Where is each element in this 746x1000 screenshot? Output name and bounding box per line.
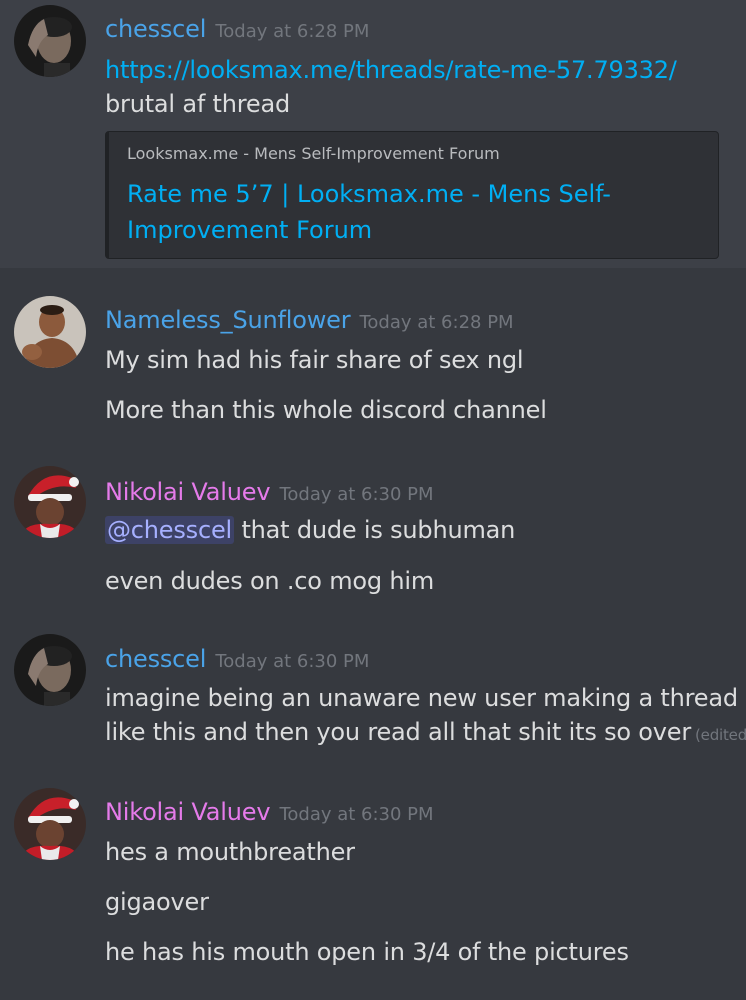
chat-message-list: chesscel Today at 6:28 PM https://looksm… (0, 0, 746, 1000)
message-text: More than this whole discord channel (105, 396, 547, 424)
username[interactable]: chesscel (105, 645, 206, 673)
message-header: Nikolai Valuev Today at 6:30 PM (105, 798, 434, 826)
message-text: brutal af thread (105, 90, 290, 118)
embed-title-link[interactable]: Rate me 5’7 | Looksmax.me - Mens Self-Im… (127, 176, 687, 248)
embed-provider[interactable]: Looksmax.me - Mens Self-Improvement Foru… (127, 144, 500, 163)
timestamp: Today at 6:28 PM (359, 312, 514, 333)
avatar[interactable] (14, 296, 86, 368)
message-header: chesscel Today at 6:28 PM (105, 15, 369, 43)
message-text: he has his mouth open in 3/4 of the pict… (105, 938, 629, 966)
message-item[interactable]: Nikolai Valuev Today at 6:30 PM hes a mo… (0, 780, 746, 1000)
message-item[interactable]: Nameless_Sunflower Today at 6:28 PM My s… (0, 268, 746, 450)
message-link[interactable]: https://looksmax.me/threads/rate-me-57.7… (105, 56, 677, 84)
user-mention[interactable]: @chesscel (105, 516, 235, 544)
message-item[interactable]: chesscel Today at 6:28 PM https://looksm… (0, 0, 746, 268)
message-text-part: like this and then you read all that shi… (105, 718, 692, 746)
username[interactable]: Nameless_Sunflower (105, 306, 351, 334)
timestamp: Today at 6:28 PM (215, 21, 370, 42)
timestamp: Today at 6:30 PM (279, 804, 434, 825)
user-avatar-icon (14, 296, 86, 368)
message-text: even dudes on .co mog him (105, 567, 434, 595)
edited-tag: (edited) (695, 726, 746, 744)
message-text: @chesscel that dude is subhuman (105, 516, 515, 544)
message-text: like this and then you read all that shi… (105, 718, 746, 746)
avatar[interactable] (14, 788, 86, 860)
timestamp: Today at 6:30 PM (215, 651, 370, 672)
avatar[interactable] (14, 634, 86, 706)
santa-avatar-icon (14, 466, 86, 538)
link-embed: Looksmax.me - Mens Self-Improvement Foru… (105, 131, 719, 259)
santa-avatar-icon (14, 788, 86, 860)
message-header: Nameless_Sunflower Today at 6:28 PM (105, 306, 514, 334)
username[interactable]: Nikolai Valuev (105, 478, 271, 506)
message-header: chesscel Today at 6:30 PM (105, 645, 369, 673)
message-text: hes a mouthbreather (105, 838, 355, 866)
timestamp: Today at 6:30 PM (279, 484, 434, 505)
user-avatar-icon (14, 634, 86, 706)
avatar[interactable] (14, 5, 86, 77)
avatar[interactable] (14, 466, 86, 538)
username[interactable]: chesscel (105, 15, 206, 43)
message-item[interactable]: Nikolai Valuev Today at 6:30 PM @chessce… (0, 450, 746, 620)
message-link-line: https://looksmax.me/threads/rate-me-57.7… (105, 56, 677, 84)
message-text: gigaover (105, 888, 209, 916)
message-text-rest: that dude is subhuman (241, 516, 516, 544)
message-text: My sim had his fair share of sex ngl (105, 346, 524, 374)
user-avatar-icon (14, 5, 86, 77)
username[interactable]: Nikolai Valuev (105, 798, 271, 826)
message-header: Nikolai Valuev Today at 6:30 PM (105, 478, 434, 506)
message-text: imagine being an unaware new user making… (105, 684, 738, 712)
message-item[interactable]: chesscel Today at 6:30 PM imagine being … (0, 620, 746, 780)
